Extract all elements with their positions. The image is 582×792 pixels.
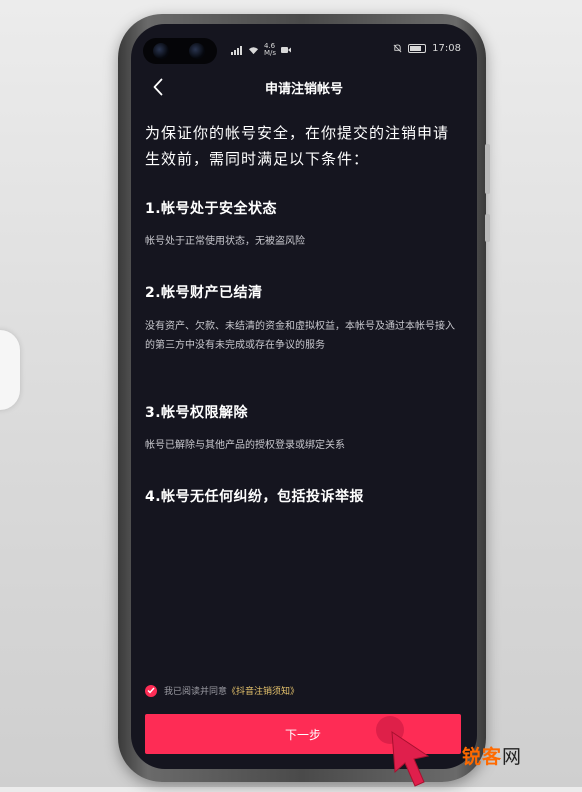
condition-title: 2.帐号财产已结清 [145, 285, 263, 301]
agreement-row: 我已阅读并同意《抖音注销须知》 [145, 684, 299, 697]
pointer-arrow-icon [376, 716, 430, 787]
condition-desc: 没有资产、欠款、未结清的资金和虚拟权益，本帐号及通过本帐号接入的第三方中没有未完… [145, 321, 455, 351]
phone-screen: 4.6 M/s 17:08 申请注销帐号 为保证你的帐号安全，在你提交的注销申请生… [131, 24, 477, 769]
status-time: 17:08 [432, 43, 461, 54]
intro-text: 为保证你的帐号安全，在你提交的注销申请生效前，需同时满足以下条件： [145, 124, 450, 168]
checkmark-icon [147, 687, 155, 694]
condition-title: 1.帐号处于安全状态 [145, 201, 278, 217]
agreement-checkbox[interactable] [145, 684, 157, 697]
status-bar-left: 4.6 M/s [231, 42, 292, 57]
background-object [0, 330, 20, 410]
condition-desc: 帐号处于正常使用状态，无被盗风险 [145, 236, 305, 247]
front-camera [143, 38, 217, 64]
wifi-icon [248, 46, 259, 54]
power-button [485, 214, 490, 242]
agreement-text: 我已阅读并同意《抖音注销须知》 [164, 687, 300, 697]
volume-button [485, 144, 490, 194]
nav-bar: 申请注销帐号 [131, 74, 477, 100]
condition-title: 4.帐号无任何纠纷，包括投诉举报 [145, 489, 365, 505]
page-title: 申请注销帐号 [264, 82, 343, 97]
condition-desc: 帐号已解除与其他产品的授权登录或绑定关系 [145, 440, 345, 451]
status-bar-right: 17:08 [393, 43, 461, 54]
agreement-link[interactable]: 《抖音注销须知》 [227, 687, 299, 697]
network-speed: 4.6 M/s [264, 42, 277, 57]
signal-icon [231, 45, 242, 55]
intro-block: 为保证你的帐号安全，在你提交的注销申请生效前，需同时满足以下条件： [145, 120, 463, 172]
mute-icon [393, 44, 402, 53]
video-icon [281, 47, 292, 53]
watermark: 锐客网 [462, 746, 523, 768]
battery-icon [408, 44, 427, 53]
condition-title: 3.帐号权限解除 [145, 405, 249, 421]
